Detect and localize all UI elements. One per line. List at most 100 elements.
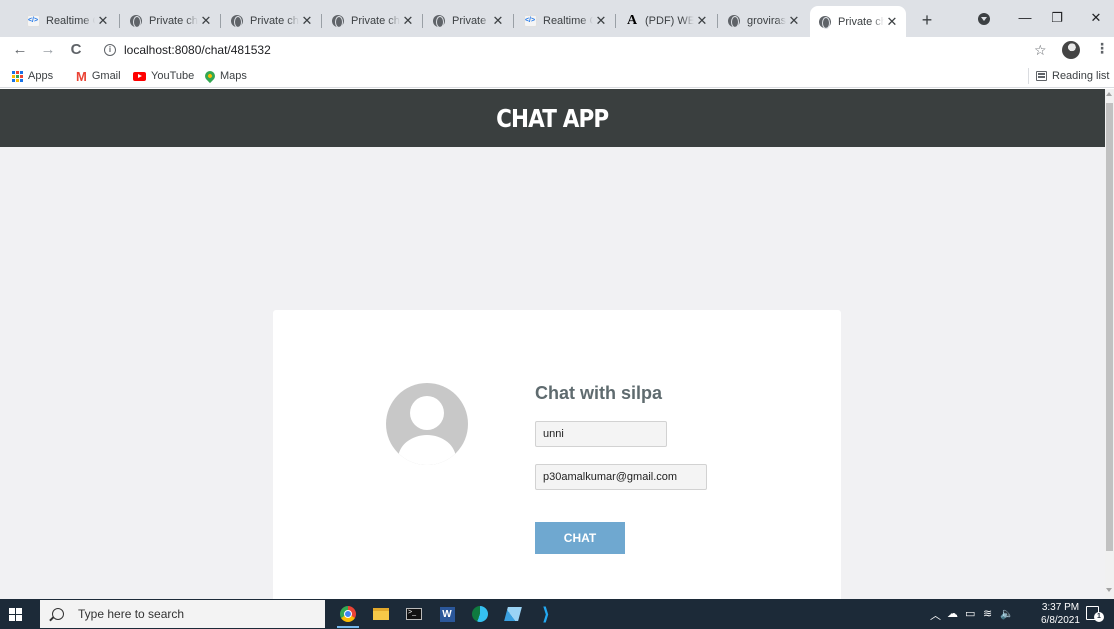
code-icon: </> xyxy=(26,14,40,28)
browser-tab[interactable]: Private cha ✕ xyxy=(121,8,220,34)
tab-separator xyxy=(513,14,514,28)
reload-icon[interactable]: C xyxy=(66,40,86,60)
scroll-down-arrow-icon[interactable] xyxy=(1106,588,1112,592)
windows-start-icon[interactable] xyxy=(9,608,22,621)
browser-toolbar: ← → C i localhost:8080/chat/481532 ☆ ⋮ xyxy=(0,37,1114,64)
app-title: CHAT APP xyxy=(496,103,609,133)
chat-button[interactable]: CHAT xyxy=(535,522,625,554)
browser-tab-strip: </> Realtime C ✕ Private cha ✕ Private c… xyxy=(0,0,1114,37)
bookmarks-separator xyxy=(1028,68,1029,84)
chevron-up-icon[interactable]: ︿ xyxy=(930,607,941,623)
bookmark-star-icon[interactable]: ☆ xyxy=(1034,42,1047,59)
restore-button[interactable]: ❐ xyxy=(1042,8,1072,28)
chat-heading: Chat with silpa xyxy=(535,383,663,403)
browser-tab[interactable]: A (PDF) WEB ✕ xyxy=(617,8,716,34)
close-window-button[interactable]: ✕ xyxy=(1081,8,1111,28)
code-icon: </> xyxy=(523,14,537,28)
bookmark-label: YouTube xyxy=(151,70,195,82)
tab-close-icon[interactable]: ✕ xyxy=(95,13,111,29)
tab-search-icon[interactable] xyxy=(978,13,990,25)
globe-icon xyxy=(230,14,244,28)
browser-tab[interactable]: Private cha ✕ xyxy=(323,8,422,34)
tab-title: Private cha xyxy=(351,15,400,27)
browser-tab[interactable]: </> Realtime C ✕ xyxy=(515,8,615,34)
browser-tab[interactable]: </> Realtime C ✕ xyxy=(18,8,117,34)
active-app-indicator xyxy=(337,626,359,628)
user-avatar-icon xyxy=(386,383,468,465)
bookmark-label: Apps xyxy=(28,70,54,82)
page-scrollbar[interactable] xyxy=(1105,89,1114,599)
tab-separator xyxy=(717,14,718,28)
terminal-icon[interactable]: >_ xyxy=(403,603,425,625)
taskbar-search-placeholder: Type here to search xyxy=(78,607,185,621)
bookmarks-bar: Apps M Gmail YouTube Maps Reading list xyxy=(0,64,1114,88)
search-icon xyxy=(52,608,64,620)
globe-icon xyxy=(818,15,832,29)
tab-title: groviras.pc xyxy=(747,15,786,27)
tab-close-icon[interactable]: ✕ xyxy=(884,14,900,30)
menu-kebab-icon[interactable]: ⋮ xyxy=(1095,40,1109,57)
bookmark-apps[interactable]: Apps xyxy=(12,68,53,84)
page-viewport: CHAT APP Chat with silpa unni p30amalkum… xyxy=(0,89,1114,599)
tab-title: Private cha xyxy=(838,15,884,28)
notification-badge: 1 xyxy=(1094,612,1104,622)
clock-time: 3:37 PM xyxy=(1041,602,1080,613)
tab-close-icon[interactable]: ✕ xyxy=(490,13,506,29)
bookmark-label: Gmail xyxy=(91,70,121,82)
tab-close-icon[interactable]: ✕ xyxy=(694,13,710,29)
info-icon[interactable]: i xyxy=(104,44,116,56)
browser-tab[interactable]: groviras.pc ✕ xyxy=(719,8,808,34)
scrollbar-thumb[interactable] xyxy=(1106,103,1113,551)
volume-icon[interactable]: 🔈 xyxy=(1000,607,1014,620)
address-bar[interactable]: i localhost:8080/chat/481532 xyxy=(104,39,1044,61)
tab-close-icon[interactable]: ✕ xyxy=(198,13,214,29)
tab-title: Private cha xyxy=(149,15,198,27)
globe-icon xyxy=(129,14,143,28)
username-field[interactable]: unni xyxy=(535,421,667,447)
wifi-icon[interactable]: ≋ xyxy=(983,607,992,620)
battery-icon[interactable]: ▭ xyxy=(965,607,975,620)
youtube-icon xyxy=(133,71,146,81)
taskbar-clock[interactable]: 3:37 PM 6/8/2021 xyxy=(1041,601,1080,627)
tab-title: Private cha xyxy=(452,15,490,27)
gmail-icon: M xyxy=(76,68,87,84)
vscode-icon[interactable]: ⟩ xyxy=(535,603,557,625)
tab-close-icon[interactable]: ✕ xyxy=(400,13,416,29)
scroll-up-arrow-icon[interactable] xyxy=(1106,92,1112,96)
bookmark-gmail[interactable]: M Gmail xyxy=(76,68,121,84)
tab-close-icon[interactable]: ✕ xyxy=(299,13,315,29)
browser-tab[interactable]: Private cha ✕ xyxy=(424,8,512,34)
windows-taskbar: Type here to search >_ W ⟩ ︿ ☁ ▭ ≋ 🔈 3:3… xyxy=(0,599,1114,629)
tab-close-icon[interactable]: ✕ xyxy=(786,13,802,29)
edge-icon[interactable] xyxy=(469,603,491,625)
bookmark-label: Maps xyxy=(220,70,247,82)
tab-separator xyxy=(220,14,221,28)
cloud-icon[interactable]: ☁ xyxy=(947,607,958,620)
file-explorer-icon[interactable] xyxy=(370,603,392,625)
new-tab-button[interactable]: + xyxy=(917,10,937,30)
reading-list-icon xyxy=(1036,71,1047,81)
tab-separator xyxy=(615,14,616,28)
reading-list-button[interactable]: Reading list xyxy=(1036,68,1109,84)
globe-icon xyxy=(432,14,446,28)
tab-title: Realtime C xyxy=(46,15,95,27)
a-letter-icon: A xyxy=(626,13,638,28)
tab-close-icon[interactable]: ✕ xyxy=(593,13,609,29)
email-field[interactable]: p30amalkumar@gmail.com xyxy=(535,464,707,490)
forward-arrow-icon[interactable]: → xyxy=(38,40,58,60)
profile-avatar-icon[interactable] xyxy=(1062,41,1080,59)
chat-card: Chat with silpa unni p30amalkumar@gmail.… xyxy=(273,310,841,599)
tab-title: (PDF) WEB xyxy=(645,15,694,27)
chrome-icon[interactable] xyxy=(337,603,359,625)
taskbar-search-box[interactable]: Type here to search xyxy=(40,600,325,628)
paint-icon[interactable] xyxy=(502,603,524,625)
word-icon[interactable]: W xyxy=(436,603,458,625)
browser-tab-active[interactable]: Private cha ✕ xyxy=(810,6,906,37)
apps-grid-icon xyxy=(12,70,23,82)
browser-tab[interactable]: Private cha ✕ xyxy=(222,8,321,34)
bookmark-maps[interactable]: Maps xyxy=(202,68,247,84)
back-arrow-icon[interactable]: ← xyxy=(10,40,30,60)
bookmark-youtube[interactable]: YouTube xyxy=(133,68,194,84)
minimize-button[interactable]: — xyxy=(1010,8,1040,28)
reading-list-label: Reading list xyxy=(1052,70,1110,82)
